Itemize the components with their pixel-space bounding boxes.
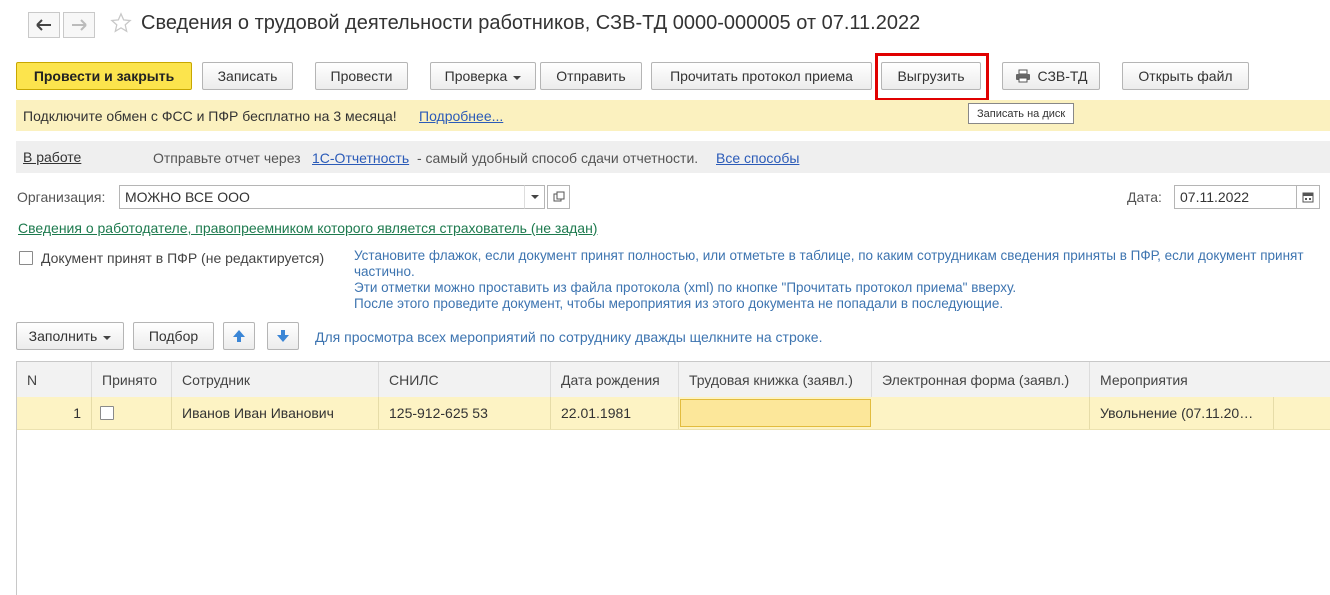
cell-employee: Иванов Иван Иванович: [172, 397, 379, 429]
column-header-paper-book[interactable]: Трудовая книжка (заявл.): [679, 362, 872, 397]
move-up-button[interactable]: [223, 322, 255, 350]
organization-field[interactable]: МОЖНО ВСЕ ООО: [119, 185, 545, 209]
hint-line: частично.: [354, 264, 415, 279]
page-title: Сведения о трудовой деятельности работни…: [141, 12, 921, 34]
arrow-left-icon: [36, 19, 51, 31]
cell-accepted: [92, 397, 172, 429]
hint-line: После этого проведите документ, чтобы ме…: [354, 296, 1004, 311]
favorite-button[interactable]: [110, 12, 132, 37]
date-label: Дата:: [1127, 189, 1162, 205]
calendar-button[interactable]: [1296, 185, 1320, 209]
fill-label: Заполнить: [28, 328, 98, 344]
post-and-close-button[interactable]: Провести и закрыть: [16, 62, 192, 90]
accepted-checkbox-row[interactable]: Документ принят в ПФР (не редактируется): [19, 250, 324, 266]
accepted-hint: Установите флажок, если документ принят …: [354, 248, 1330, 312]
cell-events: Увольнение (07.11.20…: [1090, 397, 1274, 429]
column-header-employee[interactable]: Сотрудник: [172, 362, 379, 397]
organization-open-button[interactable]: [547, 185, 570, 209]
check-dropdown-button[interactable]: Проверка: [430, 62, 536, 90]
notice-bar: Подключите обмен с ФСС и ПФР бесплатно н…: [16, 100, 1330, 131]
open-file-button[interactable]: Открыть файл: [1122, 62, 1249, 90]
table-hint: Для просмотра всех мероприятий по сотруд…: [315, 329, 823, 345]
date-field[interactable]: 07.11.2022: [1174, 185, 1297, 209]
column-header-events[interactable]: Мероприятия: [1090, 362, 1330, 397]
chevron-down-icon: [513, 75, 522, 80]
notice-text: Подключите обмен с ФСС и ПФР бесплатно н…: [23, 108, 397, 124]
move-down-button[interactable]: [267, 322, 299, 350]
reporting-service-link[interactable]: 1С-Отчетность: [312, 150, 409, 166]
accepted-checkbox[interactable]: [19, 251, 33, 265]
notice-more-link[interactable]: Подробнее...: [419, 108, 503, 124]
cell-paper-book[interactable]: [680, 399, 871, 427]
column-header-accepted[interactable]: Принято: [92, 362, 172, 397]
row-accepted-checkbox[interactable]: [100, 406, 114, 420]
arrow-down-icon: [277, 330, 289, 342]
export-button[interactable]: Выгрузить: [881, 62, 981, 90]
status-text-after: - самый удобный способ сдачи отчетности.: [417, 150, 699, 166]
cell-snils: 125-912-625 53: [379, 397, 551, 429]
printer-icon: [1015, 69, 1030, 83]
status-text-before: Отправьте отчет через: [153, 150, 301, 166]
print-szv-label: СЗВ-ТД: [1037, 68, 1088, 84]
document-state[interactable]: В работе: [23, 149, 81, 165]
calendar-icon: [1302, 192, 1314, 203]
chevron-down-icon: [103, 335, 112, 340]
column-header-electronic-form[interactable]: Электронная форма (заявл.): [872, 362, 1090, 397]
organization-label: Организация:: [17, 189, 106, 205]
select-button[interactable]: Подбор: [133, 322, 214, 350]
back-button[interactable]: [28, 12, 60, 38]
chevron-down-icon: [530, 195, 539, 199]
accepted-label: Документ принят в ПФР (не редактируется): [41, 250, 325, 266]
cell-electronic-form: [872, 397, 1090, 429]
check-label: Проверка: [444, 68, 508, 84]
organization-dropdown-button[interactable]: [524, 185, 545, 209]
all-ways-link[interactable]: Все способы: [716, 150, 799, 166]
read-protocol-button[interactable]: Прочитать протокол приема: [651, 62, 872, 90]
employer-info-link[interactable]: Сведения о работодателе, правопреемником…: [18, 220, 597, 236]
send-button[interactable]: Отправить: [540, 62, 642, 90]
hint-line: Установите флажок, если документ принят …: [354, 248, 1304, 263]
fill-dropdown-button[interactable]: Заполнить: [16, 322, 124, 350]
organization-value: МОЖНО ВСЕ ООО: [125, 189, 250, 205]
table-header: N Принято Сотрудник СНИЛС Дата рождения …: [17, 362, 1330, 398]
status-bar: В работе Отправьте отчет через 1С-Отчетн…: [16, 141, 1330, 173]
post-button[interactable]: Провести: [315, 62, 408, 90]
cell-n: 1: [17, 397, 92, 429]
open-window-icon: [553, 191, 564, 202]
arrow-right-icon: [72, 19, 87, 31]
column-header-birth-date[interactable]: Дата рождения: [551, 362, 679, 397]
table-row[interactable]: 1 Иванов Иван Иванович 125-912-625 53 22…: [17, 397, 1330, 430]
date-value: 07.11.2022: [1180, 189, 1250, 205]
column-header-snils[interactable]: СНИЛС: [379, 362, 551, 397]
forward-button[interactable]: [63, 12, 95, 38]
employees-table: N Принято Сотрудник СНИЛС Дата рождения …: [16, 361, 1330, 595]
export-tooltip: Записать на диск: [968, 103, 1075, 124]
cell-birth-date: 22.01.1981: [551, 397, 679, 429]
hint-line: Эти отметки можно проставить из файла пр…: [354, 280, 1017, 295]
save-button[interactable]: Записать: [202, 62, 293, 90]
column-header-n[interactable]: N: [17, 362, 92, 397]
print-szv-button[interactable]: СЗВ-ТД: [1002, 62, 1100, 90]
arrow-up-icon: [233, 330, 245, 342]
star-icon: [110, 12, 132, 33]
